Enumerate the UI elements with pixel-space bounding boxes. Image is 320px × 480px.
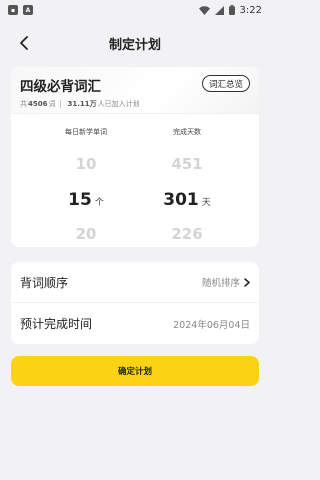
settings-card: 背词顺序 随机排序 预计完成时间 2024年06月04日	[11, 262, 259, 344]
daily-words-label: 每日新学单词	[65, 128, 107, 136]
back-button[interactable]	[14, 33, 34, 53]
status-time: 3:22	[239, 4, 262, 16]
daily-option[interactable]: 10	[36, 155, 136, 173]
daily-selected-value: 15	[68, 190, 92, 210]
chevron-right-icon	[244, 277, 250, 287]
days-option[interactable]: 451	[137, 155, 237, 173]
nav-bar: 制定计划	[0, 28, 270, 58]
book-meta: 共 4506 词 31.11万 人已加入计划	[20, 99, 140, 109]
chevron-left-icon	[20, 36, 28, 50]
days-label: 完成天数	[173, 128, 201, 136]
signal-icon	[214, 5, 224, 15]
meta-divider	[60, 100, 62, 108]
vocab-overview-button[interactable]: 词汇总览	[201, 75, 250, 92]
total-prefix: 共	[20, 100, 27, 108]
finish-date-row: 预计完成时间 2024年06月04日	[11, 303, 259, 344]
joined-count: 31.11万	[67, 100, 97, 108]
days-option-selected[interactable]: 301 天	[137, 190, 237, 210]
days-selected-value: 301	[163, 190, 199, 210]
total-suffix: 词	[48, 100, 56, 108]
daily-option[interactable]: 20	[36, 225, 136, 243]
order-label: 背词顺序	[20, 275, 69, 290]
order-value: 随机排序	[201, 278, 240, 289]
finish-label: 预计完成时间	[20, 317, 93, 331]
book-header: 四级必背词汇 共 4506 词 31.11万 人已加入计划 词汇总览	[11, 67, 259, 114]
book-title: 四级必背词汇	[20, 79, 101, 95]
battery-icon	[228, 5, 235, 15]
app-notification-icon: ▪	[8, 5, 18, 15]
daily-unit: 个	[94, 198, 104, 208]
total-words: 4506	[28, 100, 48, 108]
wifi-icon	[198, 5, 210, 15]
order-setting-row[interactable]: 背词顺序 随机排序	[11, 262, 259, 303]
plan-card: 四级必背词汇 共 4506 词 31.11万 人已加入计划 词汇总览 每日新学单…	[11, 67, 259, 247]
page-title: 制定计划	[108, 37, 161, 53]
days-option[interactable]: 226	[137, 225, 237, 243]
days-unit: 天	[201, 198, 211, 208]
joined-suffix: 人已加入计划	[97, 100, 140, 108]
finish-value: 2024年06月04日	[173, 319, 250, 331]
a-icon: A	[23, 5, 33, 15]
daily-option-selected[interactable]: 15 个	[36, 190, 136, 210]
order-value-group: 随机排序	[202, 275, 250, 289]
status-bar: ▪ A 3:22	[0, 0, 270, 20]
confirm-plan-button[interactable]: 确定计划	[11, 356, 259, 386]
